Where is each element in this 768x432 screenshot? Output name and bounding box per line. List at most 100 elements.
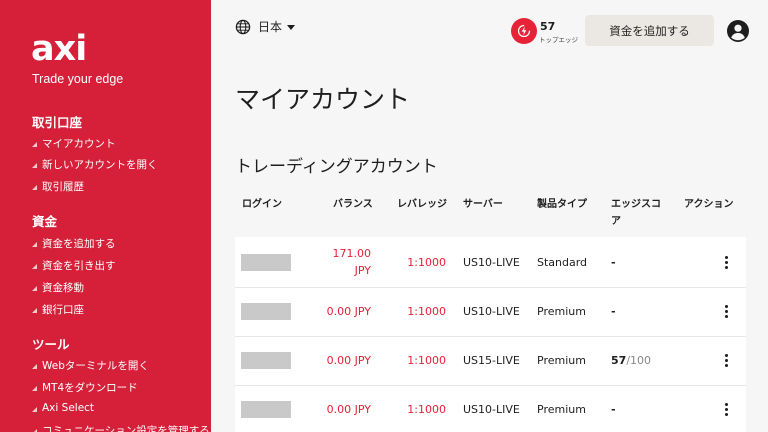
edge-score: 57/100 <box>611 354 651 367</box>
sidebar-item-add-funds[interactable]: 資金を追加する <box>32 236 116 251</box>
column-header-action: アクション <box>684 199 734 210</box>
bullet-icon <box>32 242 37 247</box>
edge-score-value: - <box>611 256 616 269</box>
balance-amount-value: 0.00 <box>326 305 352 318</box>
user-circle-icon[interactable] <box>726 19 750 43</box>
column-header-edge-score: エッジスコア <box>611 199 661 227</box>
sidebar-item-withdraw[interactable]: 資金を引き出す <box>32 258 116 273</box>
tagline: Trade your edge <box>32 72 124 86</box>
edge-score-label: トップエッジ <box>539 36 578 44</box>
bullet-icon <box>32 286 37 291</box>
bullet-icon <box>32 308 37 313</box>
section-title: トレーディングアカウント <box>235 157 438 177</box>
balance-amount: 0.00 JPY <box>327 354 371 367</box>
bullet-icon <box>32 142 37 147</box>
edge-score-value: - <box>611 403 616 416</box>
more-actions-icon[interactable] <box>719 253 733 271</box>
balance-amount-value: 0.00 <box>326 403 352 416</box>
sidebar-item-bank-account[interactable]: 銀行口座 <box>32 302 84 317</box>
sidebar-item-label: 資金を引き出す <box>42 260 116 272</box>
more-actions-icon[interactable] <box>719 302 733 320</box>
lightning-icon <box>517 24 531 38</box>
edge-score-value: 57 <box>540 20 556 33</box>
login-placeholder <box>241 401 291 418</box>
sidebar-item-label: 資金移動 <box>42 282 84 294</box>
sidebar-item-label: マイアカウント <box>42 138 116 150</box>
more-actions-icon[interactable] <box>719 400 733 418</box>
sidebar-item-axi-select[interactable]: Axi Select <box>32 402 94 414</box>
sidebar-item-trade-history[interactable]: 取引履歴 <box>32 179 84 194</box>
server: US10-LIVE <box>463 256 520 269</box>
bullet-icon <box>32 163 37 168</box>
product-type: Premium <box>537 403 586 416</box>
axi-logo[interactable]: axi <box>31 30 87 68</box>
sidebar: axi Trade your edge 取引口座 マイアカウント 新しいアカウン… <box>0 0 211 432</box>
bullet-icon <box>32 386 37 391</box>
bullet-icon <box>32 264 37 269</box>
edge-score-value: - <box>611 305 616 318</box>
sidebar-item-transfer[interactable]: 資金移動 <box>32 280 84 295</box>
sidebar-section-tools: ツール <box>32 337 70 352</box>
sidebar-item-label: コミュニケーション設定を管理する <box>42 425 210 432</box>
sidebar-item-download-mt4[interactable]: MT4をダウンロード <box>32 380 138 395</box>
edge-score-badge[interactable] <box>511 18 537 44</box>
edge-score-max: /100 <box>626 354 652 367</box>
sidebar-item-label: 銀行口座 <box>42 304 84 316</box>
bullet-icon <box>32 364 37 369</box>
language-selector[interactable]: 日本 <box>235 18 296 35</box>
edge-score: - <box>611 256 616 269</box>
balance-currency: JPY <box>354 354 371 367</box>
leverage: 1:1000 <box>407 354 446 367</box>
sidebar-item-web-terminal[interactable]: Webターミナルを開く <box>32 358 149 373</box>
login-placeholder <box>241 303 291 320</box>
globe-icon <box>235 19 251 34</box>
table-row: 0.00 JPY 1:1000 US10-LIVE Premium - <box>235 288 746 337</box>
server: US10-LIVE <box>463 305 520 318</box>
table-row: 171.00 JPY 1:1000 US10-LIVE Standard - <box>235 237 746 288</box>
bullet-icon <box>32 406 37 412</box>
column-header-server: サーバー <box>463 199 503 210</box>
product-type: Standard <box>537 256 588 269</box>
sidebar-item-label: Axi Select <box>42 402 95 414</box>
sidebar-item-label: MT4をダウンロード <box>42 382 138 394</box>
leverage: 1:1000 <box>407 256 446 269</box>
table-row: 0.00 JPY 1:1000 US15-LIVE Premium 57/100 <box>235 337 746 386</box>
balance-amount: 171.00 <box>332 247 372 260</box>
more-actions-icon[interactable] <box>719 351 733 369</box>
bullet-icon <box>32 185 37 190</box>
balance-amount: 0.00 JPY <box>327 403 371 416</box>
chevron-down-icon <box>287 25 296 30</box>
edge-score: - <box>611 403 616 416</box>
sidebar-item-label: 取引履歴 <box>42 181 84 193</box>
sidebar-item-communication-settings[interactable]: コミュニケーション設定を管理する <box>32 423 210 432</box>
balance-currency: JPY <box>354 403 371 416</box>
sidebar-item-label: 新しいアカウントを開く <box>42 159 158 171</box>
column-header-login: ログイン <box>242 199 282 210</box>
login-placeholder <box>241 352 291 369</box>
sidebar-item-open-account[interactable]: 新しいアカウントを開く <box>32 157 158 172</box>
leverage: 1:1000 <box>407 403 446 416</box>
column-header-balance: バランス <box>333 199 373 210</box>
leverage: 1:1000 <box>407 305 446 318</box>
login-placeholder <box>241 254 291 271</box>
sidebar-item-label: Webターミナルを開く <box>42 360 149 372</box>
sidebar-section-funds: 資金 <box>32 214 58 229</box>
column-header-product-type: 製品タイプ <box>537 199 587 210</box>
sidebar-item-label: 資金を追加する <box>42 238 116 250</box>
sidebar-item-my-account[interactable]: マイアカウント <box>32 136 116 151</box>
balance-amount-value: 0.00 <box>326 354 352 367</box>
edge-score: - <box>611 305 616 318</box>
server: US10-LIVE <box>463 403 520 416</box>
product-type: Premium <box>537 305 586 318</box>
add-funds-button[interactable]: 資金を追加する <box>585 15 714 46</box>
product-type: Premium <box>537 354 586 367</box>
edge-score-value: 57 <box>611 354 627 367</box>
column-header-leverage: レバレッジ <box>397 199 447 210</box>
server: US15-LIVE <box>463 354 520 367</box>
balance-currency: JPY <box>354 305 371 318</box>
language-label: 日本 <box>258 20 283 34</box>
sidebar-section-accounts: 取引口座 <box>32 115 83 130</box>
table-row: 0.00 JPY 1:1000 US10-LIVE Premium - <box>235 386 746 432</box>
page-title: マイアカウント <box>235 85 411 114</box>
balance-currency: JPY <box>354 264 371 277</box>
